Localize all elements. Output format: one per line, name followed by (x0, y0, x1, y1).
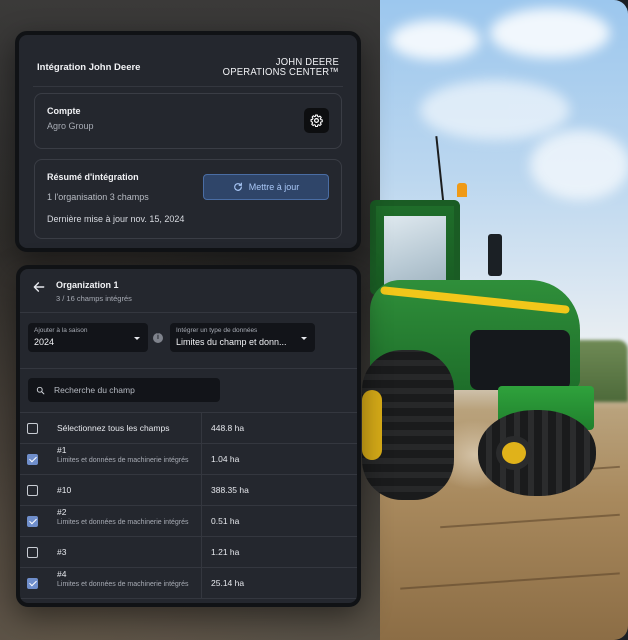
field-name: #2 (57, 507, 67, 517)
summary-box: Résumé d'intégration 1 l'organisation 3 … (34, 159, 342, 239)
integration-title: Intégration John Deere (37, 62, 141, 73)
field-name: Sélectionnez tous les champs (57, 423, 170, 433)
field-area: 0.51 ha (211, 516, 240, 526)
field-search-input[interactable]: Recherche du champ (28, 378, 220, 402)
field-area: 388.35 ha (211, 485, 249, 495)
organization-title: Organization 1 (56, 280, 119, 290)
chevron-down-icon (134, 337, 140, 340)
season-caption: Ajouter à la saison (34, 327, 88, 334)
data-type-value: Limites du champ et donn... (176, 337, 287, 347)
search-placeholder: Recherche du champ (54, 385, 135, 395)
field-checkbox[interactable] (27, 515, 38, 527)
gear-icon (310, 114, 323, 127)
field-name: #3 (57, 547, 67, 557)
refresh-button[interactable]: Mettre à jour (203, 174, 329, 200)
fields-table: Sélectionnez tous les champs 448.8 ha #1… (20, 413, 357, 599)
field-checkbox[interactable] (27, 577, 38, 589)
table-row[interactable]: #2 Limites et données de machinerie inté… (20, 506, 357, 537)
field-area: 1.04 ha (211, 454, 240, 464)
field-description: Limites et données de machinerie intégré… (57, 581, 189, 588)
select-all-checkbox[interactable] (27, 422, 38, 434)
field-area: 1.21 ha (211, 547, 240, 557)
refresh-label: Mettre à jour (248, 182, 300, 192)
data-type-caption: Intégrer un type de données (176, 327, 258, 334)
field-name: #4 (57, 569, 67, 579)
field-area: 448.8 ha (211, 423, 245, 433)
logo-line-2: OPERATIONS CENTER™ (222, 65, 339, 79)
field-checkbox[interactable] (27, 484, 38, 496)
account-value: Agro Group (47, 121, 94, 131)
field-checkbox[interactable] (27, 453, 38, 465)
account-label: Compte (47, 106, 81, 116)
search-row: Recherche du champ (20, 369, 357, 413)
john-deere-logo: JOHN DEERE OPERATIONS CENTER™ (223, 58, 339, 77)
organization-subtitle: 3 / 16 champs intégrés (56, 294, 132, 303)
integration-panel: Intégration John Deere JOHN DEERE OPERAT… (15, 31, 361, 252)
table-row[interactable]: #3 1.21 ha (20, 537, 357, 568)
back-arrow-icon[interactable] (32, 280, 46, 294)
organization-panel: Organization 1 3 / 16 champs intégrés Aj… (16, 265, 361, 607)
field-name: #1 (57, 445, 67, 455)
table-row[interactable]: #4 Limites et données de machinerie inté… (20, 568, 357, 599)
table-row-select-all[interactable]: Sélectionnez tous les champs 448.8 ha (20, 413, 357, 444)
season-value: 2024 (34, 337, 55, 347)
account-box: Compte Agro Group (34, 93, 342, 149)
table-row[interactable]: #10 388.35 ha (20, 475, 357, 506)
info-icon[interactable]: i (153, 333, 163, 343)
field-checkbox[interactable] (27, 546, 38, 558)
field-description: Limites et données de machinerie intégré… (57, 519, 189, 526)
last-update: Dernière mise à jour nov. 15, 2024 (47, 214, 185, 224)
season-select[interactable]: Ajouter à la saison 2024 (28, 323, 148, 352)
table-row[interactable]: #1 Limites et données de machinerie inté… (20, 444, 357, 475)
search-icon (36, 386, 45, 394)
field-area: 25.14 ha (211, 578, 245, 588)
refresh-icon (233, 182, 242, 191)
integration-header: Intégration John Deere JOHN DEERE OPERAT… (33, 49, 343, 87)
chevron-down-icon (301, 337, 307, 340)
organization-header: Organization 1 3 / 16 champs intégrés (20, 269, 357, 313)
field-name: #10 (57, 485, 72, 495)
field-description: Limites et données de machinerie intégré… (57, 457, 189, 464)
filters-row: Ajouter à la saison 2024 i Intégrer un t… (20, 313, 357, 369)
settings-button[interactable] (304, 108, 329, 133)
data-type-select[interactable]: Intégrer un type de données Limites du c… (170, 323, 315, 352)
